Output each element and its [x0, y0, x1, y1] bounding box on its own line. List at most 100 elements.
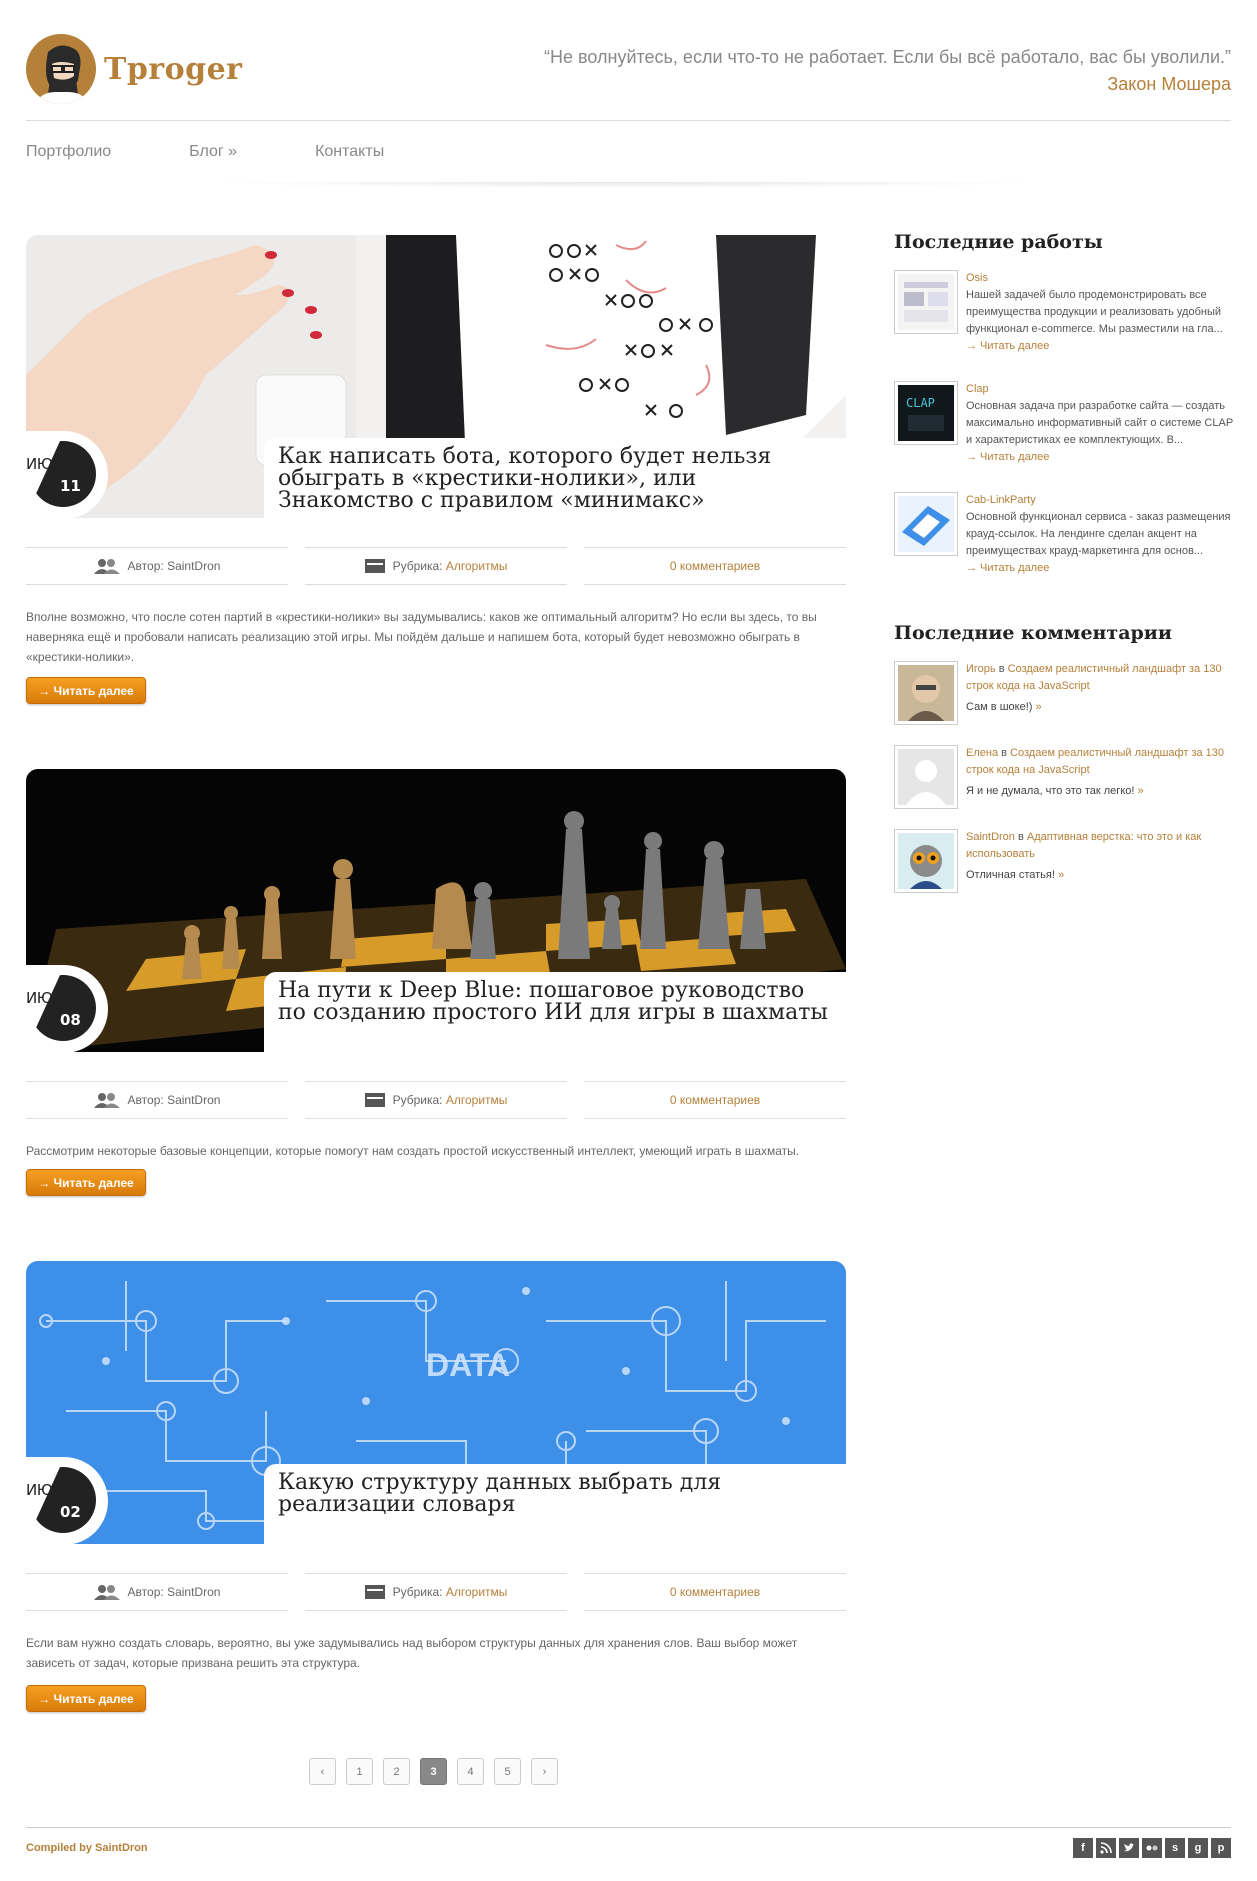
footer-credit-link[interactable]: Compiled by SaintDron — [26, 1842, 148, 1854]
work-body: Cab-LinkParty Основной функционал сервис… — [966, 492, 1234, 577]
work-title-link[interactable]: Osis — [966, 270, 1234, 287]
quote-author-link[interactable]: Закон Мошера — [544, 71, 1231, 98]
nav-shadow — [200, 182, 1050, 188]
main-nav: Портфолио Блог » Контакты — [26, 143, 462, 161]
comment-text-line: Я и не думала, что это так легко! » — [966, 783, 1234, 800]
author-prefix: Автор: — [127, 559, 164, 573]
comment-body: Елена в Создаем реалистичный ландшафт за… — [966, 745, 1234, 800]
post-title-link[interactable]: Как написать бота, которого будет нельзя… — [278, 444, 771, 513]
skype-icon[interactable]: s — [1165, 1838, 1185, 1858]
comments-link[interactable]: 0 комментариев — [670, 559, 760, 573]
category-link[interactable]: Алгоритмы — [446, 559, 508, 573]
work-title-link[interactable]: Clap — [966, 381, 1234, 398]
nav-item-blog[interactable]: Блог » — [189, 143, 237, 161]
flickr-icon[interactable] — [1142, 1838, 1162, 1858]
comment-author-link[interactable]: Елена — [966, 747, 998, 759]
post-excerpt: Рассмотрим некоторые базовые концепции, … — [26, 1144, 800, 1158]
quote-text: “Не волнуйтесь, если что-то не работает.… — [544, 47, 1231, 67]
comments-link[interactable]: 0 комментариев — [670, 1585, 760, 1599]
comment-post-link[interactable]: Создаем реалистичный ландшафт за 130 стр… — [966, 663, 1222, 692]
work-thumb[interactable]: CLAP — [894, 381, 958, 445]
work-thumb[interactable] — [894, 492, 958, 556]
logo-avatar-icon — [26, 34, 96, 104]
date-day: 11 — [60, 477, 81, 495]
date-circle — [30, 975, 96, 1041]
post-meta: Автор: SaintDron Рубрика: Алгоритмы 0 ко… — [26, 547, 846, 585]
pagination-next-button[interactable]: › — [531, 1758, 558, 1785]
comment-author-link[interactable]: Игорь — [966, 663, 996, 675]
work-thumb[interactable] — [894, 270, 958, 334]
read-more-button[interactable]: → Читать далее — [26, 677, 146, 704]
post-date-badge: ИЮН 11 — [0, 431, 108, 519]
pagination-page-1[interactable]: 1 — [346, 1758, 373, 1785]
post-excerpt: Вполне возможно, что после сотен партий … — [26, 610, 817, 664]
nav-item-portfolio[interactable]: Портфолио — [26, 143, 111, 161]
twitter-icon[interactable] — [1119, 1838, 1139, 1858]
logo-text: Tproger — [104, 51, 243, 87]
nav-item-contacts[interactable]: Контакты — [315, 143, 384, 161]
comment-avatar — [894, 829, 958, 893]
pagination-page-2[interactable]: 2 — [383, 1758, 410, 1785]
work-title-link[interactable]: Cab-LinkParty — [966, 492, 1234, 509]
users-icon — [93, 1585, 120, 1600]
comment-text: Сам в шоке!) — [966, 701, 1033, 713]
comment-text: Отличная статья! — [966, 869, 1055, 881]
pagination-page-4[interactable]: 4 — [457, 1758, 484, 1785]
author-name: SaintDron — [167, 1585, 221, 1599]
date-day: 08 — [60, 1011, 81, 1029]
pagination-prev-button[interactable]: ‹ — [309, 1758, 336, 1785]
date-month: ИЮН — [26, 989, 64, 1007]
comment-text-line: Сам в шоке!) » — [966, 699, 1234, 716]
category-link[interactable]: Алгоритмы — [446, 1585, 508, 1599]
read-more-button[interactable]: → Читать далее — [26, 1685, 146, 1712]
comment-text-line: Отличная статья! » — [966, 867, 1234, 884]
recent-comments-heading: Последние комментарии — [894, 622, 1172, 644]
google-plus-icon[interactable]: g — [1188, 1838, 1208, 1858]
work-read-more-link[interactable]: → Читать далее — [966, 338, 1234, 355]
post-category: Рубрика: Алгоритмы — [305, 1573, 567, 1611]
post-category: Рубрика: Алгоритмы — [305, 1081, 567, 1119]
post-title-link[interactable]: На пути к Deep Blue: пошаговое руководст… — [278, 978, 828, 1025]
users-icon — [93, 559, 120, 574]
comment-more-link[interactable]: » — [1035, 701, 1041, 713]
comment-avatar — [894, 745, 958, 809]
header-divider — [26, 120, 1231, 121]
pagination-page-5[interactable]: 5 — [494, 1758, 521, 1785]
comment-body: Игорь в Создаем реалистичный ландшафт за… — [966, 661, 1234, 716]
comment-in: в — [1017, 831, 1024, 843]
date-day: 02 — [60, 1503, 81, 1521]
post-comments: 0 комментариев — [584, 1573, 846, 1611]
post-comments: 0 комментариев — [584, 1081, 846, 1119]
post-author: Автор: SaintDron — [26, 1573, 288, 1611]
post-title-box: Как написать бота, которого будет нельзя… — [264, 438, 846, 518]
folder-icon — [364, 559, 385, 573]
work-text: Основной функционал сервиса - заказ разм… — [966, 511, 1231, 557]
post-date-badge: ИЮН 02 — [0, 1457, 108, 1545]
comment-more-link[interactable]: » — [1137, 785, 1143, 797]
pinterest-icon[interactable]: p — [1211, 1838, 1231, 1858]
category-prefix: Рубрика: — [392, 559, 443, 573]
category-link[interactable]: Алгоритмы — [446, 1093, 508, 1107]
post-title-link[interactable]: Какую структуру данных выбрать для реали… — [278, 1470, 721, 1517]
comment-more-link[interactable]: » — [1058, 869, 1064, 881]
site-logo[interactable]: Tproger — [26, 34, 243, 104]
comment-author-link[interactable]: SaintDron — [966, 831, 1015, 843]
work-read-more-link[interactable]: → Читать далее — [966, 449, 1234, 466]
date-circle — [30, 441, 96, 507]
pagination: ‹ 1 2 3 4 5 › — [309, 1758, 568, 1785]
facebook-icon[interactable]: f — [1073, 1838, 1093, 1858]
pagination-page-3-current[interactable]: 3 — [420, 1758, 447, 1785]
rss-icon[interactable] — [1096, 1838, 1116, 1858]
work-body: Osis Нашей задачей было продемонстрирова… — [966, 270, 1234, 355]
post-category: Рубрика: Алгоритмы — [305, 547, 567, 585]
date-circle — [30, 1467, 96, 1533]
read-more-button[interactable]: → Читать далее — [26, 1169, 146, 1196]
author-name: SaintDron — [167, 1093, 221, 1107]
comment-avatar — [894, 661, 958, 725]
author-name: SaintDron — [167, 559, 221, 573]
comments-link[interactable]: 0 комментариев — [670, 1093, 760, 1107]
category-prefix: Рубрика: — [392, 1585, 443, 1599]
work-read-more-link[interactable]: → Читать далее — [966, 560, 1234, 577]
work-text: Нашей задачей было продемонстрировать вс… — [966, 289, 1223, 335]
comment-in: в — [1001, 747, 1007, 759]
